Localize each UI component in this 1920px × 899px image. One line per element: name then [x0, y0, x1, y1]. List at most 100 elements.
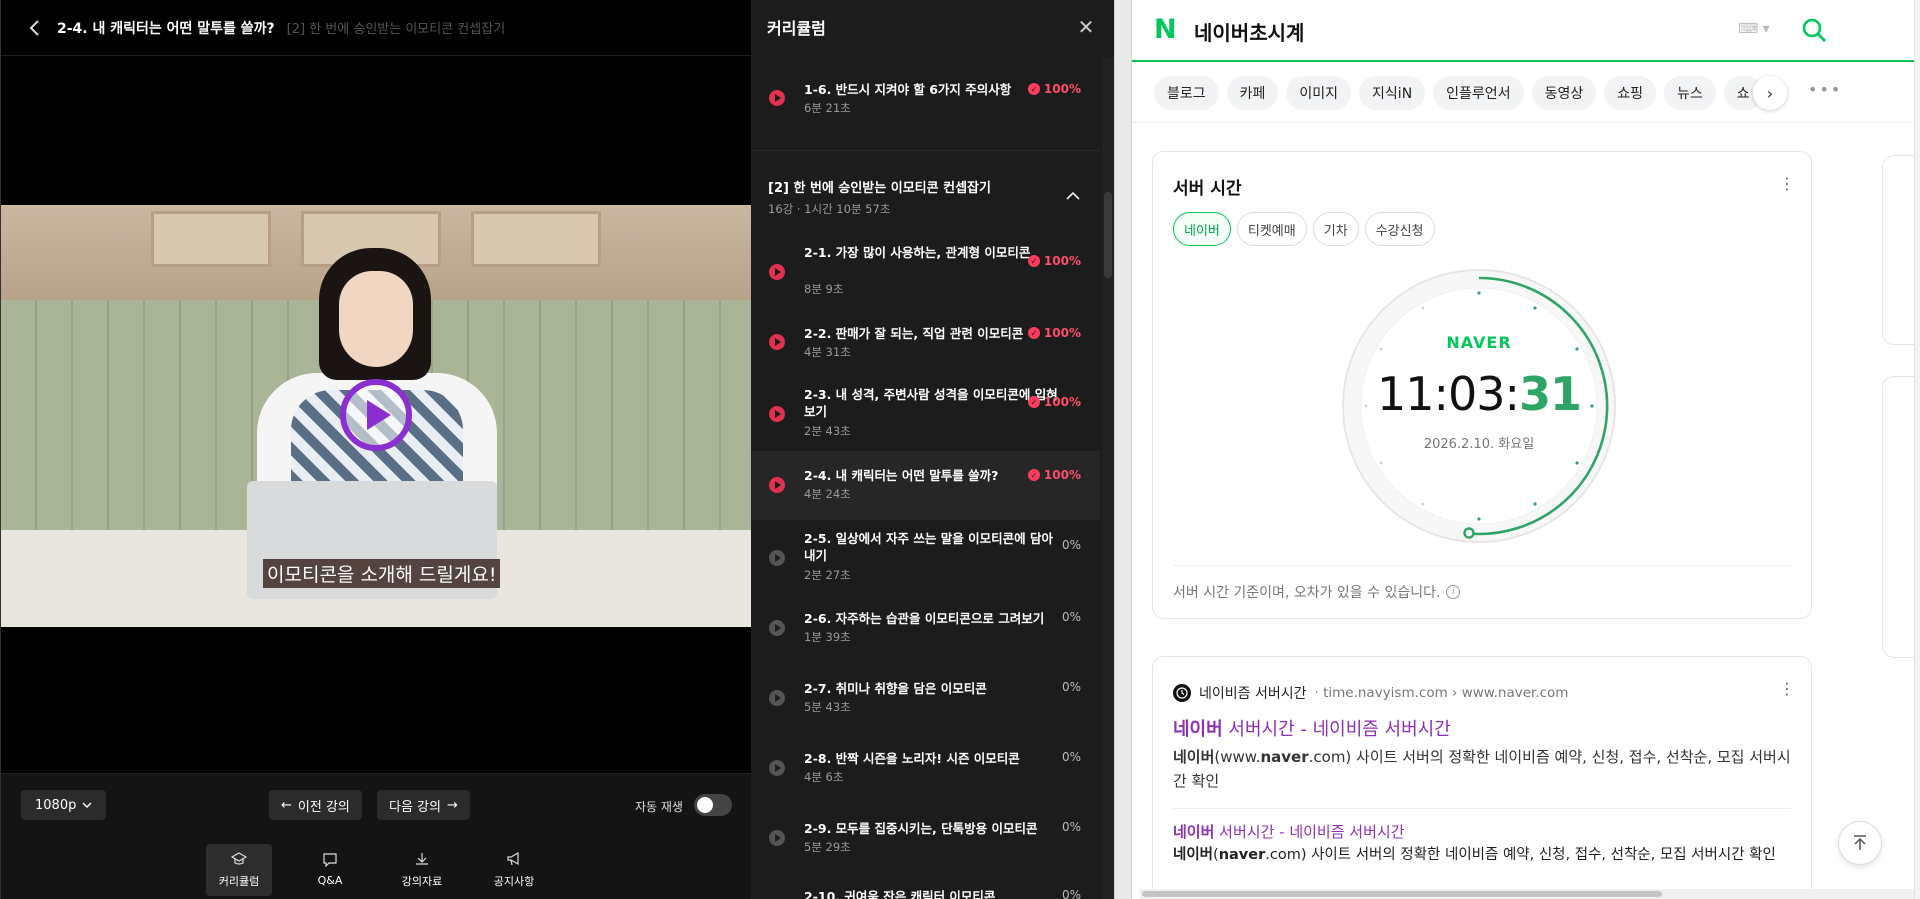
tab-train[interactable]: 기차	[1312, 212, 1359, 246]
result-title-link[interactable]: 네이버 서버시간 - 네이비즘 서버시간	[1173, 715, 1451, 741]
arrow-right-icon: →	[446, 797, 458, 813]
kebab-menu-icon[interactable]: ⋮	[1779, 681, 1795, 697]
tab-influencer[interactable]: 인플루언서	[1433, 76, 1524, 110]
tab-video[interactable]: 동영상	[1531, 76, 1597, 110]
lesson-progress: 0%	[1062, 750, 1081, 764]
tab-qna[interactable]: Q&A	[297, 844, 363, 896]
lesson-item[interactable]: 2-3. 내 성격, 주변사람 성격을 이모티콘에 입혀보기 2분 43초 ✓ 1…	[751, 378, 1100, 450]
lesson-duration: 2분 27초	[804, 568, 851, 582]
autoplay-label: 자동 재생	[635, 800, 683, 814]
tab-image[interactable]: 이미지	[1286, 76, 1352, 110]
prev-lecture-button[interactable]: ← 이전 강의	[269, 790, 362, 820]
lesson-item[interactable]: 2-2. 판매가 잘 되는, 직업 관련 이모티콘 4분 31초 ✓ 100%	[751, 310, 1100, 376]
lesson-progress: ✓ 100%	[1027, 326, 1081, 340]
progress-value: 0%	[1061, 888, 1081, 899]
result-source[interactable]: 네이비즘 서버시간 · time.navyism.com › www.naver…	[1173, 683, 1568, 703]
tab-label: 커리큘럼	[218, 874, 260, 888]
tab-course-registration[interactable]: 수강신청	[1364, 212, 1435, 246]
title-highlight: 네이버	[1173, 823, 1215, 841]
tab-blog[interactable]: 블로그	[1154, 76, 1219, 110]
lesson-progress: ✓ 100%	[1027, 395, 1081, 409]
tab-news[interactable]: 뉴스	[1663, 76, 1716, 110]
toggle-knob	[697, 797, 713, 813]
desc-highlight: naver	[1218, 847, 1266, 863]
tab-materials[interactable]: 강의자료	[389, 844, 455, 896]
play-circle-icon	[769, 550, 785, 566]
search-icon[interactable]	[1800, 16, 1828, 44]
horizontal-scrollbar[interactable]	[1140, 889, 1914, 899]
lesson-duration: 2분 43초	[804, 424, 851, 438]
window-divider[interactable]	[1114, 0, 1132, 899]
megaphone-icon	[506, 851, 522, 869]
video-frame[interactable]: 이모티콘을 소개해 드릴게요!	[1, 205, 752, 627]
curriculum-section[interactable]: [2] 한 번에 승인받는 이모티콘 컨셉잡기 16강 · 1시간 10분 57…	[751, 150, 1100, 222]
tab-shopping[interactable]: 쇼핑	[1604, 76, 1656, 110]
more-icon[interactable]: •••	[1808, 80, 1842, 99]
next-lecture-button[interactable]: 다음 강의 →	[377, 790, 470, 820]
lesson-item[interactable]: 2-8. 반짝 시즌을 노리자! 시즌 이모티콘 4분 6초 0%	[751, 734, 1100, 800]
search-query[interactable]: 네이버초시계	[1194, 17, 1304, 46]
lesson-item[interactable]: 2-6. 자주하는 습관을 이모티콘으로 그려보기 1분 39초 0%	[751, 594, 1100, 660]
tab-cafe[interactable]: 카페	[1226, 76, 1279, 110]
chevron-up-icon[interactable]	[1064, 187, 1082, 205]
tab-label: 강의자료	[401, 874, 443, 888]
download-icon	[414, 852, 430, 869]
lesson-duration: 4분 24초	[804, 487, 851, 501]
scroll-to-top-icon[interactable]	[1838, 821, 1882, 865]
tab-naver[interactable]: 네이버	[1173, 212, 1231, 246]
clock-date: 2026.2.10. 화요일	[1423, 437, 1535, 452]
result-description: 네이버(www.naver.com) 사이트 서버의 정확한 네이비즘 예약, …	[1173, 745, 1791, 793]
info-icon[interactable]: i	[1446, 585, 1461, 599]
lesson-title: 2-9. 모두를 집중시키는, 단톡방용 이모티콘	[804, 821, 1038, 836]
video-player: 2-4. 내 캐릭터는 어떤 말투를 쓸까? [2] 한 번에 승인받는 이모티…	[0, 0, 752, 899]
tab-notice[interactable]: 공지사항	[481, 844, 547, 896]
lesson-duration: 4분 31초	[804, 345, 851, 359]
lesson-title: 2-6. 자주하는 습관을 이모티콘으로 그려보기	[804, 611, 1045, 626]
lesson-item[interactable]: 2-1. 가장 많이 사용하는, 관계형 이모티콘 8분 9초 ✓ 100%	[751, 236, 1100, 306]
lesson-progress: 0%	[1062, 680, 1081, 694]
tab-curriculum[interactable]: 커리큘럼	[206, 844, 272, 896]
page-edge	[1914, 0, 1920, 899]
scrollbar-thumb[interactable]	[1142, 891, 1662, 897]
lesson-item-current[interactable]: 2-4. 내 캐릭터는 어떤 말투를 쓸까? 4분 24초 ✓ 100%	[751, 451, 1100, 520]
desc-highlight: naver	[1260, 748, 1309, 766]
lesson-item[interactable]: 2-10. 귀여움 잔은 캐릭터 이모티콘 0%	[751, 874, 1100, 899]
chevron-right-icon[interactable]: ›	[1753, 76, 1787, 110]
play-circle-icon	[769, 90, 785, 106]
progress-value: 0%	[1061, 680, 1081, 694]
tab-kin[interactable]: 지식iN	[1359, 76, 1426, 110]
quality-select[interactable]: 1080p	[21, 790, 107, 820]
progress-value: 100%	[1043, 468, 1081, 482]
play-circle-icon	[769, 690, 785, 706]
tab-label: Q&A	[317, 874, 343, 887]
kebab-menu-icon[interactable]: ⋮	[1779, 176, 1795, 192]
progress-value: 0%	[1061, 610, 1081, 624]
section-title: [2] 한 번에 승인받는 이모티콘 컨셉잡기	[768, 181, 991, 196]
lesson-item[interactable]: 2-7. 취미나 취향을 담은 이모티콘 5분 43초 0%	[751, 664, 1100, 730]
scrollbar-thumb[interactable]	[1104, 192, 1112, 278]
video-caption: 이모티콘을 소개해 드릴게요!	[263, 559, 501, 588]
title-highlight: 네이버	[1173, 719, 1223, 740]
check-icon: ✓	[1027, 83, 1040, 95]
lesson-progress: ✓ 100%	[1027, 82, 1081, 96]
clock-seconds: 31	[1519, 367, 1582, 421]
autoplay-toggle[interactable]	[694, 794, 732, 816]
sub-result-link[interactable]: 네이버 서버시간 - 네이비즘 서버시간	[1173, 821, 1405, 842]
lesson-item[interactable]: 1-6. 반드시 지켜야 할 6가지 주의사항 6분 21초 ✓ 100%	[751, 70, 1100, 150]
result-site-name: 네이비즘 서버시간	[1199, 686, 1307, 702]
lesson-duration: 6분 21초	[804, 101, 851, 115]
lesson-item[interactable]: 2-9. 모두를 집중시키는, 단톡방용 이모티콘 5분 29초 0%	[751, 804, 1100, 870]
naver-logo[interactable]: N	[1154, 16, 1180, 44]
close-icon[interactable]: ✕	[1074, 15, 1098, 39]
play-button[interactable]	[340, 379, 412, 451]
video-wall-frame	[471, 211, 601, 267]
search-result-card: 네이비즘 서버시간 · time.navyism.com › www.naver…	[1152, 656, 1812, 899]
scrollbar[interactable]	[1102, 58, 1114, 899]
keyboard-icon[interactable]: ⌨ ▾	[1738, 21, 1770, 37]
clock-time: 11:03:31	[1340, 367, 1618, 421]
server-time-note: 서버 시간 기준이며, 오차가 있을 수 있습니다. i	[1173, 582, 1461, 602]
tab-ticket[interactable]: 티켓예매	[1236, 212, 1307, 246]
lesson-item[interactable]: 2-5. 일상에서 자주 쓰는 말을 이모티콘에 담아내기 2분 27초 0%	[751, 522, 1100, 592]
play-circle-icon	[769, 620, 785, 636]
back-arrow-icon[interactable]	[15, 8, 55, 48]
